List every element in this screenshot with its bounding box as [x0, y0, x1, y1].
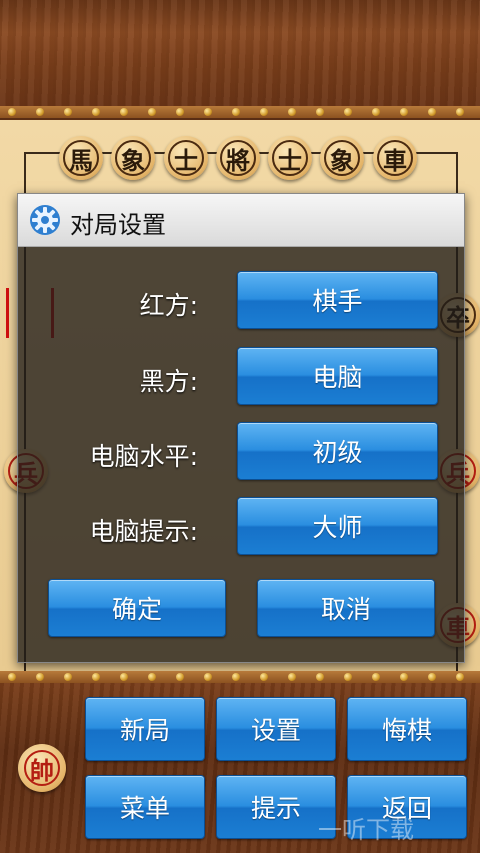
board-piece[interactable]: 將: [216, 136, 260, 180]
confirm-button[interactable]: 确定: [48, 579, 226, 637]
gear-icon: [30, 205, 60, 235]
ai-level-select[interactable]: 初级: [237, 422, 438, 480]
ai-hint-select[interactable]: 大师: [237, 497, 438, 555]
bottom-rail: [0, 671, 480, 683]
board-piece[interactable]: 馬: [59, 136, 103, 180]
red-side-label: 红方:: [139, 291, 198, 320]
menu-button[interactable]: 菜单: [85, 775, 205, 839]
ai-level-label: 电脑水平:: [89, 442, 198, 471]
top-wood-frame: [0, 0, 480, 108]
black-side-select[interactable]: 电脑: [237, 347, 438, 405]
dialog-title: 对局设置: [70, 211, 166, 239]
dialog-title-bar: 对局设置: [18, 194, 464, 247]
black-side-label: 黑方:: [139, 367, 198, 396]
new-game-button[interactable]: 新局: [85, 697, 205, 761]
cancel-button[interactable]: 取消: [257, 579, 435, 637]
settings-button[interactable]: 设置: [216, 697, 336, 761]
general-piece: 帥: [18, 744, 66, 792]
watermark: 一听下载: [318, 816, 414, 844]
board-piece[interactable]: 象: [320, 136, 364, 180]
board-piece[interactable]: 士: [164, 136, 208, 180]
board-piece[interactable]: 象: [111, 136, 155, 180]
board-piece[interactable]: 士: [268, 136, 312, 180]
red-side-select[interactable]: 棋手: [237, 271, 438, 329]
board-piece[interactable]: 車: [373, 136, 417, 180]
undo-button[interactable]: 悔棋: [347, 697, 467, 761]
ai-hint-label: 电脑提示:: [89, 517, 198, 546]
top-rail: [0, 106, 480, 118]
game-settings-dialog: 对局设置 红方: 棋手 黑方: 电脑 电脑水平: 初级 电脑提示: 大师 确定 …: [17, 193, 465, 663]
